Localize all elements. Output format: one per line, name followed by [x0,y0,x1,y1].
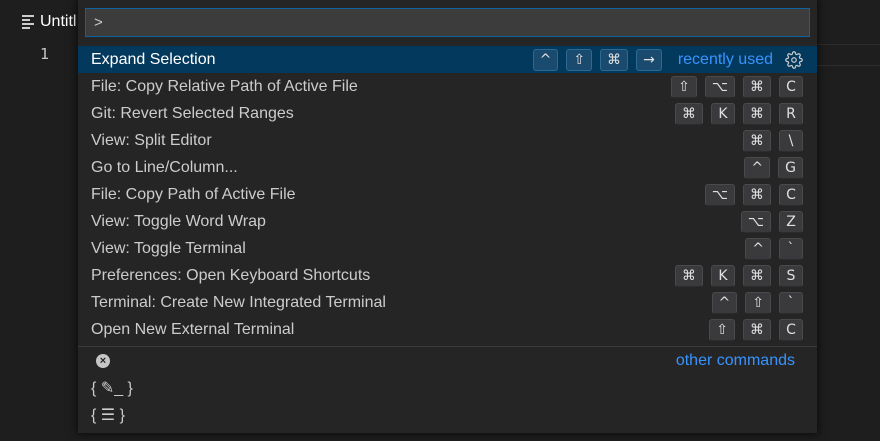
command-item[interactable]: View: Toggle Terminal ^ ` [78,236,817,263]
command-label: View: Split Editor [91,131,212,149]
keycap: ^ [532,48,559,71]
command-item[interactable]: File: Copy Relative Path of Active File ⇧… [78,73,817,100]
command-item[interactable]: View: Toggle Word Wrap ⌥ Z [78,209,817,236]
command-input-container [78,0,817,41]
command-item[interactable]: View: Split Editor ⌘ \ [78,127,817,154]
command-item[interactable]: Open New External Terminal ⇧ ⌘ C [78,317,817,344]
keybinding: ^ G [744,156,803,179]
keycap: ⌘ [743,102,771,125]
current-line-highlight [817,44,880,66]
keycap: C [779,184,803,207]
keycap: S [779,265,803,288]
editor-tab[interactable]: Untitl [0,0,90,44]
command-label: Go to Line/Column... [91,158,238,176]
keycap: ^ [744,156,771,179]
command-label: File: Copy Relative Path of Active File [91,77,358,95]
keybinding: ^ ⇧ ⌘ → [532,48,662,71]
keycap: ⇧ [745,292,771,315]
keycap: Z [779,211,803,234]
keycap: ⌥ [704,75,735,98]
keycap: G [778,156,803,179]
keycap: → [636,48,662,71]
keycap: K [711,265,735,288]
command-label: Open New External Terminal [91,321,295,339]
command-item[interactable]: Expand Selection ^ ⇧ ⌘ → recently used [78,46,817,74]
keybinding: ⌘ \ [743,129,803,152]
file-lines-icon [22,13,34,31]
keycap: ⌘ [600,48,629,71]
command-label: Expand Selection [91,50,216,68]
keycap: ^ [711,292,738,315]
keycap: ⇧ [566,48,593,71]
command-palette: Expand Selection ^ ⇧ ⌘ → recently used File: C… [78,0,817,433]
keybinding: ⌥ Z [740,211,803,234]
keybinding: ⇧ ⌥ ⌘ C [671,75,803,98]
command-list: Expand Selection ^ ⇧ ⌘ → recently used File: C… [78,46,817,344]
keycap: ` [779,292,803,315]
editor-tab-title: Untitl [40,13,77,30]
snippet-row-list[interactable]: { ☰ } [78,401,817,428]
keycap: ⌘ [675,265,703,288]
keycap: \ [779,129,803,152]
keycap: C [779,319,803,342]
command-label: View: Toggle Terminal [91,240,246,258]
keycap: ⌘ [743,319,771,342]
keycap: ⌘ [743,129,771,152]
keybinding: ⌘ K ⌘ R [675,102,803,125]
keybinding: ⇧ ⌘ C [709,319,803,342]
clear-icon[interactable]: × [96,353,110,368]
keycap: ^ [745,238,771,261]
gear-icon[interactable] [785,50,803,69]
command-input[interactable] [85,8,810,37]
keycap: ⌘ [743,265,771,288]
keycap: K [711,102,735,125]
keybinding: ⌥ ⌘ C [704,184,803,207]
keybinding: ^ ⇧ ` [711,292,803,315]
command-label: Preferences: Open Keyboard Shortcuts [91,267,371,285]
keycap: ⌘ [675,102,703,125]
keycap: ⇧ [709,319,735,342]
command-item[interactable]: Preferences: Open Keyboard Shortcuts ⌘ K ⌘ S [78,263,817,290]
command-label: File: Copy Path of Active File [91,186,296,204]
keycap: ` [779,238,803,261]
keycap: C [779,75,803,98]
snippet-row-edit[interactable]: { ✎_ } [78,374,817,401]
keycap: ⌘ [743,184,771,207]
other-commands-link[interactable]: other commands [676,352,795,370]
keycap: ⇧ [671,75,697,98]
command-label: Git: Revert Selected Ranges [91,104,294,122]
recently-used-label: recently used [677,50,773,68]
keybinding: ^ ` [745,238,803,261]
keybinding: ⌘ K ⌘ S [675,265,803,288]
command-item[interactable]: Terminal: Create New Integrated Terminal… [78,290,817,317]
command-item[interactable]: Git: Revert Selected Ranges ⌘ K ⌘ R [78,100,817,127]
keycap: ⌘ [743,75,771,98]
command-label: View: Toggle Word Wrap [91,213,266,231]
command-label: Terminal: Create New Integrated Terminal [91,294,386,312]
keycap: ⌥ [740,211,771,234]
command-item[interactable]: File: Copy Path of Active File ⌥ ⌘ C [78,181,817,208]
other-commands-row[interactable]: × other commands [78,347,817,374]
keycap: ⌥ [704,184,735,207]
command-item[interactable]: Go to Line/Column... ^ G [78,154,817,181]
keycap: R [779,102,803,125]
line-number: 1 [40,45,50,63]
